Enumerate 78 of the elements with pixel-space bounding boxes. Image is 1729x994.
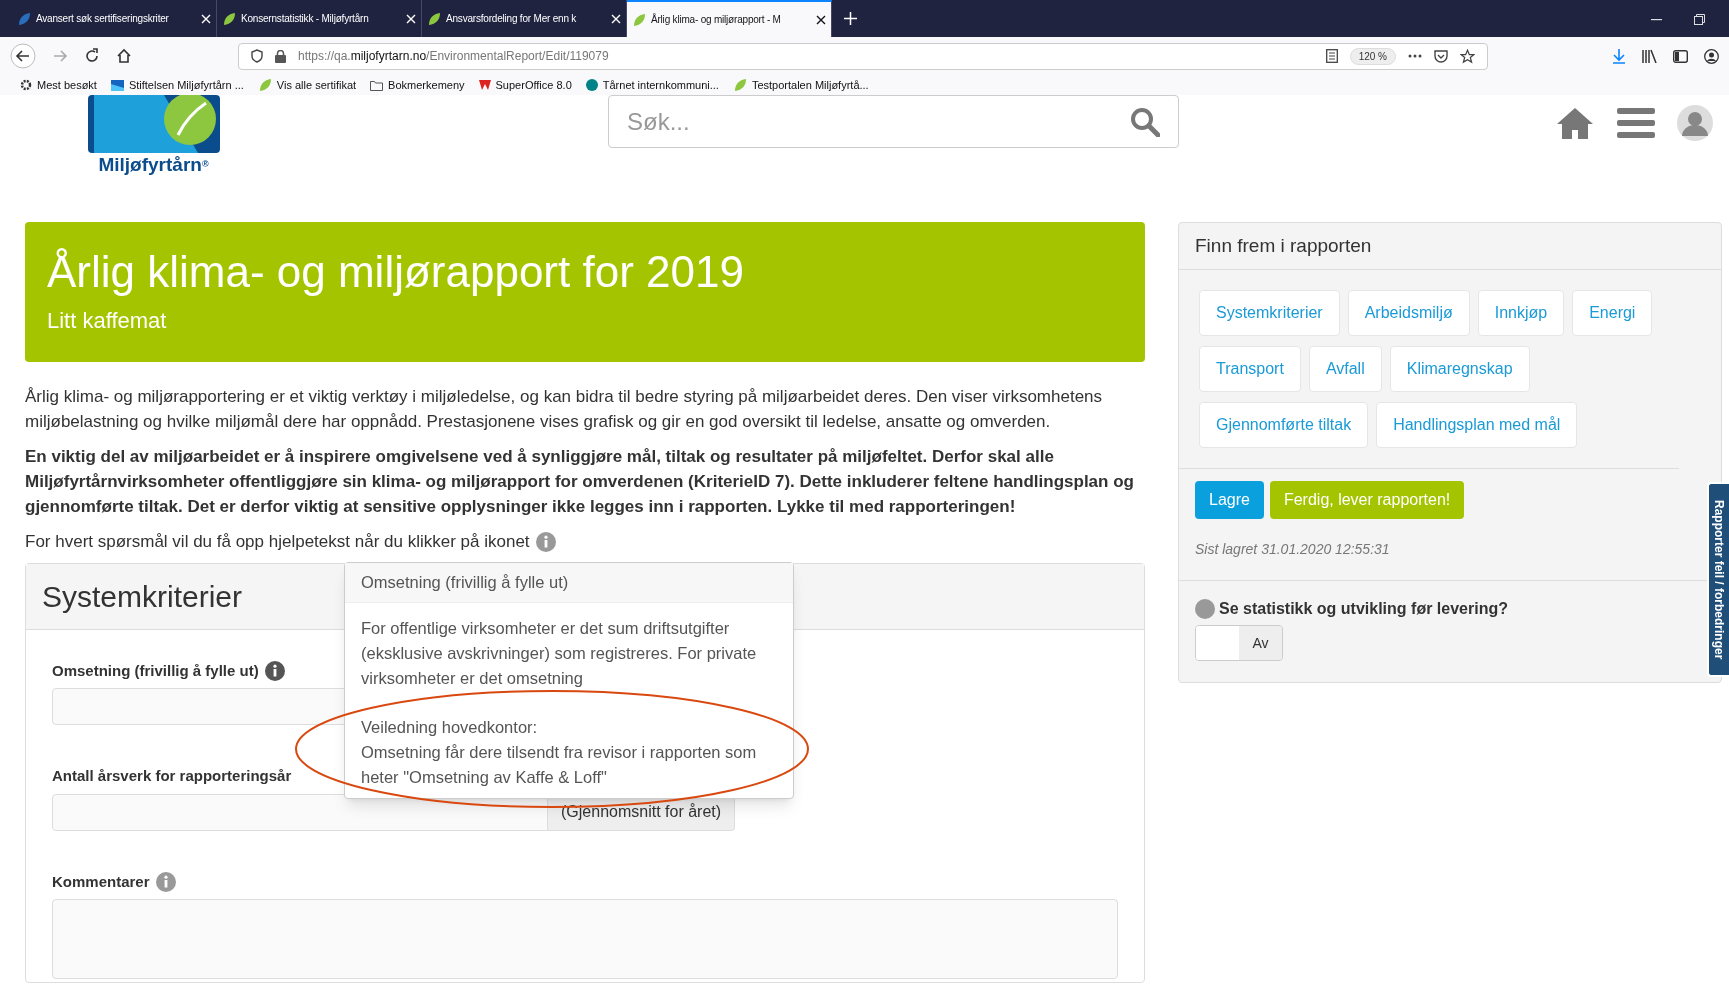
- toggle-label: Av: [1239, 626, 1282, 660]
- close-icon[interactable]: [816, 14, 826, 25]
- help-hint-text: For hvert spørsmål vil du få opp hjelpetekst når du klikker på ikonet: [25, 531, 530, 553]
- more-icon[interactable]: [1408, 54, 1422, 58]
- field-label: Antall årsverk for rapporteringsår: [52, 766, 292, 786]
- bookmark-label: SuperOffice 8.0: [495, 77, 572, 93]
- app-icon: [585, 79, 598, 91]
- tooltip-title: Omsetning (frivillig å fylle ut): [345, 562, 793, 603]
- bookmark-label: Tårnet internkommuni...: [602, 77, 719, 93]
- bookmark[interactable]: Testportalen Miljøfyrtå...: [732, 76, 869, 94]
- folder-icon: [370, 79, 384, 91]
- leaf-icon: [222, 11, 236, 26]
- back-icon[interactable]: [10, 43, 36, 69]
- restore-icon[interactable]: [1694, 14, 1705, 25]
- tab-title: Årlig klima- og miljørapport - M: [651, 12, 782, 27]
- last-saved-text: Sist lagret 31.01.2020 12:55:31: [1195, 540, 1391, 559]
- logo-icon: [110, 79, 124, 91]
- menu-icon[interactable]: [1617, 108, 1655, 138]
- search-field[interactable]: Søk...: [608, 95, 1179, 148]
- tooltip-guidance-text: Omsetning får dere tilsendt fra revisor i rapporten som heter "Omsetning av Kaffe & Loff": [361, 741, 758, 788]
- search-input[interactable]: Søk...: [627, 103, 1130, 140]
- shield-icon: [251, 49, 263, 63]
- tab-title: Avansert søk sertifiseringskriter: [36, 12, 170, 26]
- logo-icon: [478, 80, 491, 90]
- download-icon[interactable]: [1612, 48, 1626, 64]
- bookmark[interactable]: Vis alle sertifikat: [257, 76, 357, 94]
- leaf-icon: [732, 78, 747, 92]
- lock-icon: [275, 49, 286, 63]
- bookmark[interactable]: SuperOffice 8.0: [478, 76, 572, 94]
- home-icon[interactable]: [116, 48, 132, 64]
- stats-question: Se statistikk og utvikling før levering?: [1219, 599, 1508, 619]
- toggle-switch[interactable]: Av: [1195, 625, 1283, 661]
- bookmark[interactable]: Mest besøkt: [20, 76, 97, 94]
- reload-icon[interactable]: [84, 48, 100, 64]
- bookmark-label: Stiftelsen Miljøfyrtårn ...: [128, 77, 244, 93]
- feedback-tab[interactable]: Rapporter feil / forbedringer: [1707, 482, 1729, 677]
- tab-title: Konsernstatistikk - Miljøfyrtårn: [241, 12, 370, 26]
- bookmark[interactable]: Bokmerkemeny: [370, 76, 465, 94]
- library-icon[interactable]: [1642, 49, 1657, 63]
- bookmark[interactable]: Stiftelsen Miljøfyrtårn ...: [110, 76, 244, 94]
- notice-paragraph: En viktig del av miljøarbeidet er å inspirere omgivelsene ved å synliggjøre mål, tiltak og resultater på miljøfeltet. Derfor skal alle Miljøfyrtårnvirksomheter offentliggjøre sin klima- og miljørapport for omverdenen (KriterieID 7). Dette inkluderer feltene handlingsplan og gjennomførte tiltak. Det er derfor viktig at sensitive opplysninger ikke legges inn i rapporten. Lykke til med rapporteringen!: [25, 446, 1135, 518]
- text-input[interactable]: [52, 793, 548, 831]
- bookmark-label: Testportalen Miljøfyrtå...: [751, 77, 869, 93]
- bookmark-label: Vis alle sertifikat: [276, 77, 357, 93]
- bookmark-label: Bokmerkemeny: [388, 77, 465, 93]
- leaf-icon: [17, 11, 31, 26]
- info-icon[interactable]: [264, 660, 285, 681]
- account-icon[interactable]: [1704, 48, 1719, 64]
- banner-title: Årlig klima- og miljørapport for 2019: [47, 246, 745, 298]
- bookmark[interactable]: Tårnet internkommuni...: [585, 76, 719, 94]
- plus-icon[interactable]: [844, 12, 857, 25]
- address-bar[interactable]: https://qa.miljofyrtarn.no/EnvironmentalReport/Edit/119079 120 %: [238, 42, 1488, 70]
- section-title: Systemkriterier: [42, 578, 243, 615]
- sidebar-icon[interactable]: [1673, 49, 1688, 63]
- leaf-icon: [257, 78, 272, 92]
- zoom-level[interactable]: 120 %: [1349, 47, 1396, 65]
- sidebar-title: Finn frem i rapporten: [1195, 233, 1372, 258]
- site-logo[interactable]: Miljøfyrtårn$^{®}$: [86, 95, 221, 177]
- intro-paragraph: Årlig klima- og miljørapportering er et viktig verktøy i miljøledelse, og kan bidra til bedre styring på miljøarbeidet deres. Den viser virksomhetens miljøbelastning og hvilke miljømål dere har oppnådd. Prestasjonene vises grafisk og gir en god oversikt til ledelse, ansatte og omverden.: [25, 386, 1104, 433]
- field-label: Kommentarer: [52, 871, 150, 892]
- url-text: https://qa.miljofyrtarn.no/EnvironmentalReport/Edit/119079: [298, 48, 610, 65]
- field-label: Omsetning (frivillig å fylle ut): [52, 660, 259, 681]
- banner-subtitle: Litt kaffemat: [47, 307, 168, 335]
- tooltip-guidance-title: Veiledning hovedkontor:: [361, 716, 539, 738]
- minimize-icon[interactable]: [1651, 19, 1662, 21]
- star-icon[interactable]: [1460, 48, 1475, 64]
- tooltip-text: For offentlige virksomheter er det sum driftsutgifter (eksklusive avskrivninger) som registreres. For private virksomheter er det omsetning: [361, 617, 758, 689]
- browser-tab[interactable]: Årlig klima- og miljørapport - M: [627, 0, 832, 37]
- leaf-icon: [632, 12, 646, 27]
- tab-title: Ansvarsfordeling for Mer enn k: [446, 12, 578, 26]
- bookmark-label: Mest besøkt: [37, 77, 97, 93]
- search-icon[interactable]: [1130, 106, 1160, 137]
- pocket-icon[interactable]: [1434, 49, 1448, 63]
- leaf-icon: [427, 11, 441, 26]
- reader-icon[interactable]: [1325, 49, 1338, 63]
- gear-icon: [20, 79, 32, 91]
- user-avatar-icon[interactable]: [1677, 105, 1713, 141]
- logo-text: Miljøfyrtårn$^{®}$: [98, 153, 209, 177]
